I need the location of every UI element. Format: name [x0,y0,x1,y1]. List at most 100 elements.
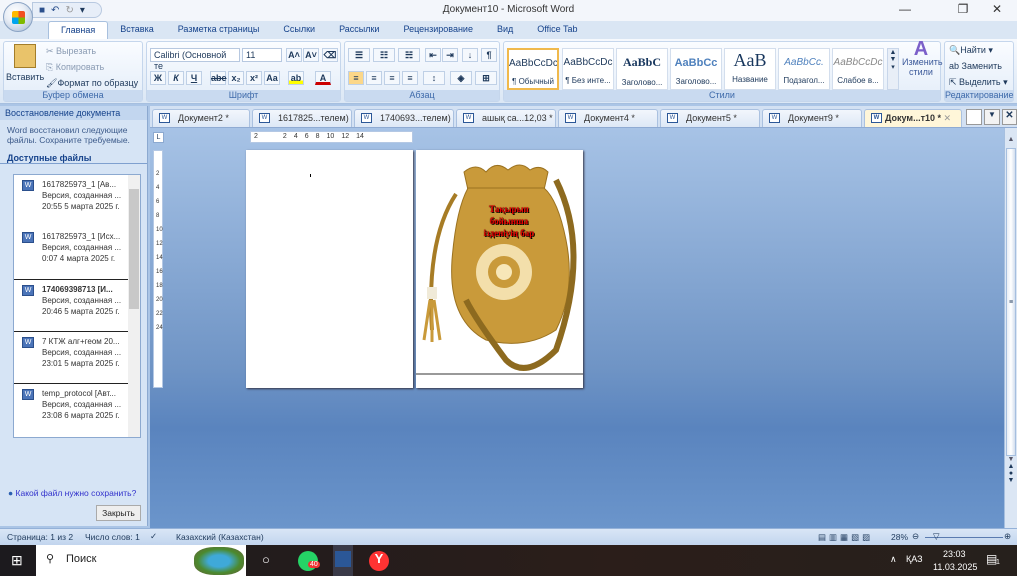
word-count[interactable]: Число слов: 1 [85,532,140,542]
page-count[interactable]: Страница: 1 из 2 [7,532,73,542]
replace-button[interactable]: ab Заменить [949,61,1002,71]
borders-icon[interactable]: ⊞ [475,71,497,85]
sort-icon[interactable]: ↓ [462,48,478,62]
superscript-button[interactable]: x² [246,71,262,85]
list-item[interactable]: Wtemp_protocol [Авт... Версия, созданная … [14,383,129,435]
change-case-button[interactable]: Aa [264,71,280,85]
align-center-icon[interactable]: ≡ [366,71,382,85]
vertical-ruler[interactable]: 2 4 6 8 10 12 14 16 18 20 22 24 [153,150,163,388]
next-page-icon[interactable]: ▼ [1005,477,1017,484]
tab-selector-icon[interactable]: L [153,132,164,143]
numbering-icon[interactable]: ☷ [373,48,395,62]
scroll-down-icon[interactable]: ▼ [1005,456,1017,463]
justify-icon[interactable]: ≡ [402,71,418,85]
tab-home[interactable]: Главная [48,21,109,39]
list-scrollbar[interactable] [128,175,140,437]
close-all-icon[interactable]: ✕ [1002,109,1017,125]
grow-font-button[interactable]: A˄ [286,48,302,62]
vertical-scrollbar[interactable]: ▲ ≡ ▼ ▲ ● ▼ [1004,128,1017,528]
format-painter-button[interactable]: 🖌Формат по образцу [46,78,138,89]
task-view-icon[interactable]: ○ [262,552,270,567]
zoom-in-icon[interactable]: ⊕ [1004,531,1011,542]
align-right-icon[interactable]: ≡ [384,71,400,85]
font-size-select[interactable]: 11 [242,48,282,62]
page-2[interactable]: Тақырып бойынша ізденіуің бар [416,150,583,388]
italic-button[interactable]: К [168,71,184,85]
doc-tab[interactable]: W Документ4 * [558,109,658,127]
word-taskbar-icon[interactable] [333,545,353,576]
style-title[interactable]: AaB Название [724,48,776,90]
decrease-indent-icon[interactable]: ⇤ [425,48,441,62]
tab-view[interactable]: Вид [485,21,525,39]
language[interactable]: Казахский (Казахстан) [176,532,264,542]
copy-button[interactable]: ⎘ Копировать [46,62,104,73]
doc-tab[interactable]: Wашық са...12,03 * [456,109,556,127]
page-1[interactable] [246,150,413,388]
tab-insert[interactable]: Вставка [108,21,165,39]
styles-scroll[interactable]: ▲ ▼ ▾ [887,48,899,90]
list-item[interactable]: W 1617825973_1 [Исх... Версия, созданная .… [14,227,129,279]
close-pane-button[interactable]: Закрыть [96,505,141,521]
tab-review[interactable]: Рецензирование [391,21,485,39]
minimize-button[interactable]: — [890,2,920,16]
clear-format-button[interactable]: ⌫ [322,48,338,62]
style-heading1[interactable]: AaBbC Заголово... [616,48,668,90]
zoom-level[interactable]: 28% [891,532,908,542]
restore-button[interactable]: ❐ [948,2,978,16]
doc-tab-active[interactable]: W Докум...т10 * ✕ [864,109,962,127]
underline-button[interactable]: Ч [186,71,202,85]
increase-indent-icon[interactable]: ⇥ [442,48,458,62]
office-button[interactable] [3,2,33,32]
change-styles-button[interactable]: A Изменить стили [902,39,943,77]
multilevel-list-icon[interactable]: ☵ [398,48,420,62]
align-left-icon[interactable]: ≡ [348,71,364,85]
style-normal[interactable]: AaBbCcDc ¶ Обычный [507,48,559,90]
subscript-button[interactable]: x₂ [228,71,244,85]
yandex-icon[interactable]: Y [369,551,389,571]
browse-object-icon[interactable]: ● [1005,470,1017,477]
new-tab-icon[interactable] [966,109,982,125]
spelling-check-icon[interactable]: ✓ [150,531,157,542]
line-spacing-icon[interactable]: ↕ [423,71,445,85]
tab-page-layout[interactable]: Разметка страницы [166,21,272,39]
windows-start-icon[interactable]: ⊞ [11,552,23,569]
clock-date[interactable]: 11.03.2025 [933,562,977,572]
shading-icon[interactable]: ◈ [450,71,472,85]
list-item[interactable]: W 174069398713 [И... Версия, созданная ...… [14,279,129,331]
clock-time[interactable]: 23:03 [943,549,966,559]
horizontal-ruler[interactable]: 2 2 4 6 8 10 12 14 [250,131,413,143]
tab-menu-icon[interactable]: ▼ [984,109,1000,125]
select-button[interactable]: ⇱ Выделить ▾ [949,77,1008,88]
doc-tab[interactable]: W 1617825...телем) [252,109,352,127]
doc-tab[interactable]: W Документ5 * [660,109,760,127]
tab-mailings[interactable]: Рассылки [327,21,391,39]
find-button[interactable]: 🔍Найти ▾ [949,45,993,56]
pilcrow-icon[interactable]: ¶ [481,48,497,62]
list-item[interactable]: W 1617825973_1 [Ав... Версия, созданная ..… [14,175,129,227]
doc-tab[interactable]: W Документ2 * [152,109,250,127]
list-item[interactable]: W 7 КТЖ алг+геом 20... Версия, созданная .… [14,331,129,383]
doc-tab[interactable]: W Документ9 * [762,109,862,127]
bold-button[interactable]: Ж [150,71,166,85]
scroll-thumb[interactable]: ≡ [1006,148,1016,456]
paste-button[interactable]: Вставить [6,72,44,82]
tray-chevron-icon[interactable]: ∧ [890,554,897,565]
prev-page-icon[interactable]: ▲ [1005,463,1017,470]
highlight-icon[interactable]: ab [288,71,304,85]
style-no-spacing[interactable]: AaBbCcDc ¶ Без инте... [562,48,614,90]
help-link[interactable]: ● Какой файл нужно сохранить? [8,488,136,498]
style-subtle-emphasis[interactable]: AaBbCcDc Слабое в... [832,48,884,90]
style-heading2[interactable]: AaBbCc Заголово... [670,48,722,90]
bullets-icon[interactable]: ☰ [348,48,370,62]
close-button[interactable]: ✕ [982,2,1012,16]
taskbar-search[interactable]: ⚲ Поиск [36,545,246,576]
input-language[interactable]: ҚАЗ [906,554,923,564]
pouch-image[interactable] [416,150,583,388]
list-scroll-thumb[interactable] [129,189,139,309]
tab-references[interactable]: Ссылки [271,21,327,39]
tab-office-tab[interactable]: Office Tab [525,21,589,39]
strikethrough-button[interactable]: abe [210,71,227,85]
zoom-slider-thumb[interactable]: ▽ [933,531,940,542]
font-name-select[interactable]: Calibri (Основной те [150,48,240,71]
paste-icon[interactable] [14,44,36,68]
